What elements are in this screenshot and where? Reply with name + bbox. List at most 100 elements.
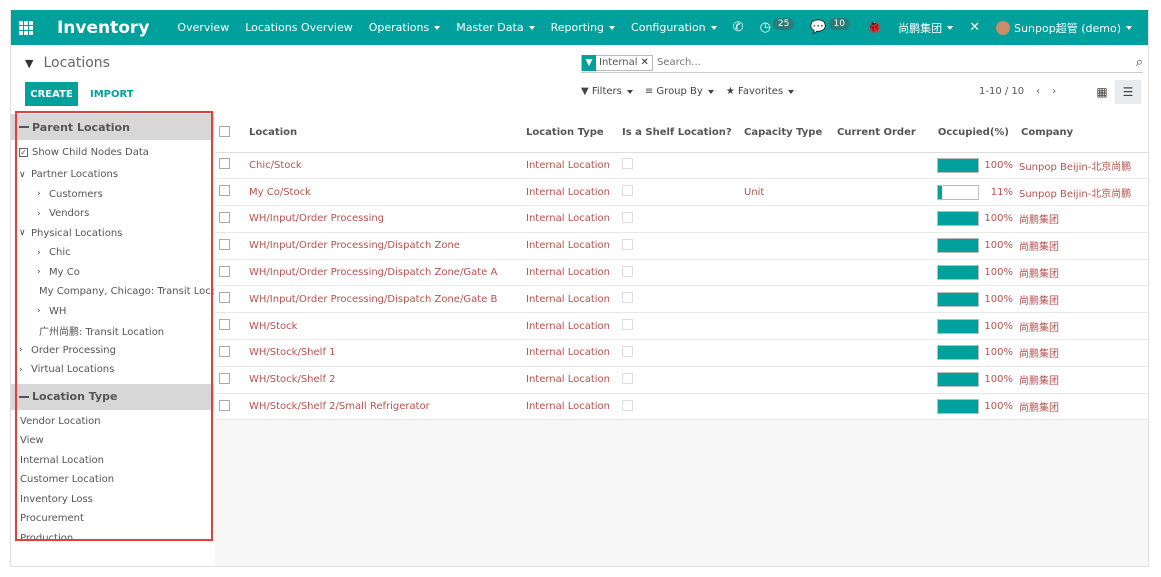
group-by-dropdown[interactable]: ≡ Group By: [645, 86, 714, 97]
chevron-right-icon[interactable]: ›: [19, 365, 31, 375]
user-menu[interactable]: Sunpop超管 (demo): [988, 20, 1140, 36]
row-checkbox[interactable]: [219, 211, 230, 223]
table-row[interactable]: WH/Stock/Shelf 1 Internal Location 100% 尚鹏集…: [215, 339, 1148, 367]
row-checkbox[interactable]: [219, 158, 230, 170]
row-checkbox[interactable]: [219, 185, 230, 197]
location-type-item[interactable]: Vendor Location: [11, 412, 214, 432]
list-view-icon[interactable]: ☰: [1115, 80, 1141, 104]
table-row[interactable]: WH/Stock/Shelf 2/Small Refrigerator Inter…: [215, 393, 1148, 421]
chevron-right-icon[interactable]: ›: [37, 248, 49, 258]
table-row[interactable]: WH/Input/Order Processing/Dispatch Zone/…: [215, 285, 1148, 314]
location-cell[interactable]: WH/Input/Order Processing/Dispatch Zone/…: [245, 259, 522, 287]
menu-item-overview[interactable]: Overview: [169, 21, 237, 34]
pager-previous-icon[interactable]: ‹: [1036, 86, 1040, 97]
location-cell[interactable]: WH/Input/Order Processing/Dispatch Zone: [245, 232, 522, 260]
row-checkbox[interactable]: [219, 345, 230, 357]
table-row[interactable]: WH/Input/Order Processing/Dispatch Zone I…: [215, 232, 1148, 260]
location-cell[interactable]: WH/Input/Order Processing: [245, 205, 522, 233]
location-cell[interactable]: WH/Stock: [245, 312, 522, 341]
filters-dropdown[interactable]: ▼ Filters: [581, 86, 633, 97]
tree-item[interactable]: › WH: [11, 302, 214, 322]
column-header[interactable]: Is a Shelf Location?: [618, 114, 740, 153]
menu-item-master-data[interactable]: Master Data: [448, 21, 542, 34]
show-child-nodes-toggle[interactable]: ✓ Show Child Nodes Data: [11, 140, 214, 165]
search-input[interactable]: [656, 57, 1057, 68]
menu-item-reporting[interactable]: Reporting: [543, 21, 623, 34]
location-type-item[interactable]: Internal Location: [11, 451, 214, 471]
chevron-right-icon[interactable]: ›: [37, 209, 49, 219]
table-row[interactable]: My Co/Stock Internal Location Unit 11% Sunpo…: [215, 178, 1148, 207]
location-cell[interactable]: WH/Input/Order Processing/Dispatch Zone/…: [245, 285, 522, 314]
tree-item[interactable]: › Vendors: [11, 204, 214, 224]
apps-menu-icon[interactable]: [11, 10, 42, 45]
capacity-type-cell: [740, 366, 833, 394]
tree-item[interactable]: My Company, Chicago: Transit Location: [11, 282, 214, 302]
table-row[interactable]: Chic/Stock Internal Location 100% Sunpop Be…: [215, 152, 1148, 180]
tree-item[interactable]: ∨ Partner Locations: [11, 165, 214, 185]
tree-item[interactable]: 广州尚鹏: Transit Location: [11, 321, 214, 341]
row-checkbox[interactable]: [219, 265, 230, 277]
row-checkbox[interactable]: [219, 292, 230, 304]
messages-icon[interactable]: 💬 10: [802, 17, 858, 35]
chevron-down-icon[interactable]: ∨: [19, 228, 31, 238]
menu-item-locations-overview[interactable]: Locations Overview: [237, 21, 361, 34]
column-header[interactable]: Current Order: [833, 114, 933, 153]
table-row[interactable]: WH/Input/Order Processing/Dispatch Zone/…: [215, 259, 1148, 287]
chevron-right-icon[interactable]: ›: [19, 345, 31, 355]
menu-item-label: Locations Overview: [245, 21, 353, 34]
create-button[interactable]: CREATE: [25, 82, 78, 106]
row-checkbox[interactable]: [219, 399, 230, 411]
chevron-down-icon[interactable]: ∨: [19, 170, 31, 180]
location-type-item[interactable]: Inventory Loss: [11, 490, 214, 510]
location-type-item[interactable]: Customer Location: [11, 470, 214, 490]
shelf-checkbox: [622, 372, 633, 384]
row-checkbox[interactable]: [219, 238, 230, 250]
tree-item[interactable]: ∨ Physical Locations: [11, 224, 214, 244]
app-brand[interactable]: Inventory: [57, 18, 149, 38]
search-icon[interactable]: ⌕: [1136, 55, 1143, 70]
chevron-right-icon[interactable]: ›: [37, 189, 49, 199]
location-cell[interactable]: My Co/Stock: [245, 178, 522, 207]
chevron-down-icon[interactable]: ▼: [25, 57, 33, 70]
checkbox-checked-icon[interactable]: ✓: [19, 148, 28, 157]
table-row[interactable]: WH/Stock/Shelf 2 Internal Location 100% 尚鹏集…: [215, 366, 1148, 394]
location-cell[interactable]: Chic/Stock: [245, 152, 522, 180]
kanban-view-icon[interactable]: ▦: [1089, 80, 1115, 104]
shelf-checkbox: [622, 319, 633, 331]
row-checkbox[interactable]: [219, 319, 230, 331]
location-type-item[interactable]: View: [11, 431, 214, 451]
column-header[interactable]: Capacity Type: [740, 114, 833, 153]
column-header[interactable]: Location Type: [522, 114, 618, 153]
location-type-item[interactable]: Production: [11, 529, 214, 549]
menu-item-configuration[interactable]: Configuration: [623, 21, 725, 34]
tree-item[interactable]: › Chic: [11, 243, 214, 263]
column-header[interactable]: Location: [245, 114, 522, 153]
remove-facet-icon[interactable]: ✕: [641, 57, 652, 68]
activity-icon[interactable]: ◷ 25: [752, 17, 803, 35]
favorites-dropdown[interactable]: ★ Favorites: [726, 86, 795, 97]
phone-icon[interactable]: ✆: [725, 20, 752, 35]
location-cell[interactable]: WH/Stock/Shelf 2: [245, 366, 522, 394]
pager-next-icon[interactable]: ›: [1052, 86, 1056, 97]
chevron-right-icon[interactable]: ›: [37, 306, 49, 316]
menu-item-operations[interactable]: Operations: [361, 21, 448, 34]
location-cell[interactable]: WH/Stock/Shelf 1: [245, 339, 522, 367]
row-checkbox[interactable]: [219, 372, 230, 384]
tree-item[interactable]: › Virtual Locations: [11, 360, 214, 380]
select-all-checkbox[interactable]: [219, 125, 230, 137]
debug-icon[interactable]: 🐞: [858, 20, 890, 35]
company-switcher[interactable]: 尚鹏集团: [890, 20, 961, 36]
pager-value[interactable]: 1-10 / 10: [979, 86, 1024, 97]
tree-item[interactable]: › My Co: [11, 263, 214, 283]
chevron-right-icon[interactable]: ›: [37, 267, 49, 277]
tools-icon[interactable]: ✕: [961, 20, 988, 35]
location-type-item[interactable]: Procurement: [11, 509, 214, 529]
column-header[interactable]: Occupied(%): [933, 114, 1017, 153]
column-header[interactable]: Company: [1017, 114, 1148, 153]
tree-item[interactable]: › Order Processing: [11, 341, 214, 361]
table-row[interactable]: WH/Input/Order Processing Internal Locati…: [215, 205, 1148, 233]
import-button[interactable]: IMPORT: [90, 82, 134, 106]
tree-item[interactable]: › Customers: [11, 185, 214, 205]
table-row[interactable]: WH/Stock Internal Location 100% 尚鹏集团: [215, 312, 1148, 341]
location-cell[interactable]: WH/Stock/Shelf 2/Small Refrigerator: [245, 393, 522, 421]
